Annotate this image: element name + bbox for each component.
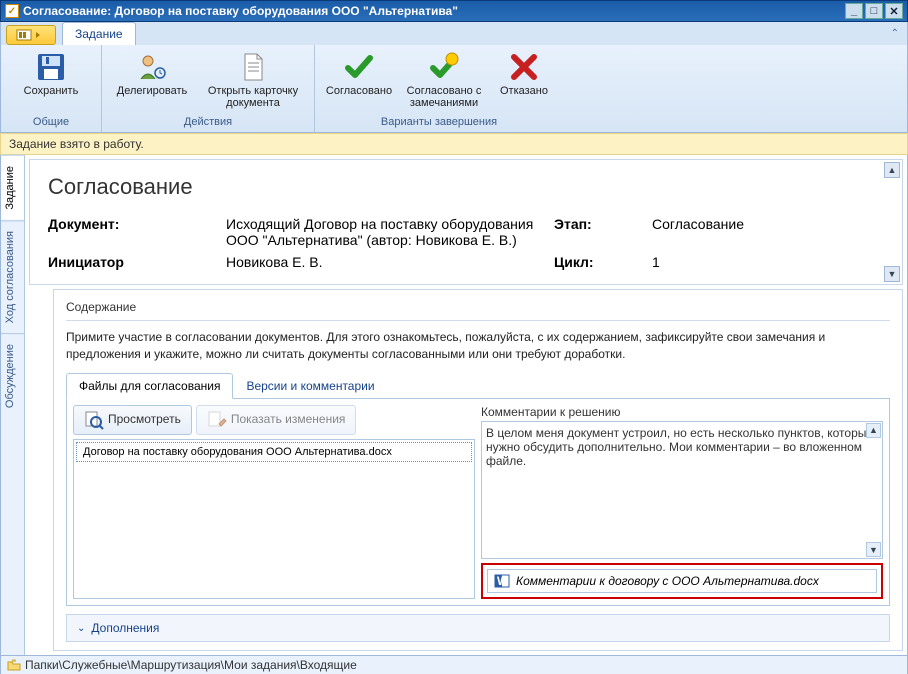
breadcrumb[interactable]: Папки\Служебные\Маршрутизация\Мои задани…	[0, 655, 908, 674]
file-item[interactable]: Договор на поставку оборудования ООО Аль…	[76, 442, 472, 462]
body-panel: Содержание Примите участие в согласовани…	[53, 289, 903, 651]
comment-text: В целом меня документ устроил, но есть н…	[486, 426, 873, 468]
agreed-notes-label: Согласовано с замечаниями	[402, 85, 486, 109]
view-button[interactable]: Просмотреть	[73, 405, 192, 435]
scroll-down-icon[interactable]: ▼	[884, 266, 900, 282]
word-doc-icon: W	[494, 573, 510, 589]
label-document: Документ:	[48, 216, 218, 248]
ribbon-collapse-icon[interactable]: ⌃	[891, 28, 899, 39]
ribbon-group-common: Сохранить Общие	[1, 45, 102, 132]
attachment-row[interactable]: W Комментарии к договору с ООО Альтернат…	[487, 569, 877, 593]
tab-content: Просмотреть Показать изменения Договор н…	[66, 399, 890, 606]
minimize-button[interactable]: _	[845, 3, 863, 19]
header-panel: ▲ Согласование Документ: Исходящий Догов…	[29, 159, 903, 285]
view-label: Просмотреть	[108, 413, 181, 426]
side-tab-discuss[interactable]: Обсуждение	[1, 333, 24, 418]
agreed-button[interactable]: Согласовано	[321, 47, 397, 113]
check-green-icon	[343, 51, 375, 83]
show-changes-label: Показать изменения	[231, 413, 346, 426]
attachment-filename: Комментарии к договору с ООО Альтернатив…	[516, 574, 819, 588]
scroll-up-icon[interactable]: ▲	[884, 162, 900, 178]
addenda-label: Дополнения	[91, 621, 159, 635]
declined-button[interactable]: Отказано	[491, 47, 557, 113]
folder-icon	[7, 659, 21, 671]
label-cycle: Цикл:	[554, 254, 644, 270]
instruction-text: Примите участие в согласовании документо…	[66, 329, 890, 363]
group-title-finish: Варианты завершения	[321, 114, 557, 130]
delegate-button[interactable]: Делегировать	[108, 47, 196, 113]
file-list: Договор на поставку оборудования ООО Аль…	[73, 439, 475, 599]
addenda-expander[interactable]: ⌄ Дополнения	[66, 614, 890, 642]
tab-versions[interactable]: Версии и комментарии	[233, 373, 387, 398]
open-card-label: Открыть карточку документа	[201, 85, 305, 109]
ribbon-group-finish: Согласовано Согласовано с замечаниями От…	[315, 45, 563, 132]
app-icon: ✓	[5, 4, 19, 18]
label-stage: Этап:	[554, 216, 644, 248]
ribbon-tabstrip: Задание ⌃	[1, 22, 907, 45]
open-card-button[interactable]: Открыть карточку документа	[198, 47, 308, 113]
comment-scroll-up-icon[interactable]: ▲	[866, 423, 881, 438]
titlebar: ✓ Согласование: Договор на поставку обор…	[0, 0, 908, 22]
maximize-button[interactable]: □	[865, 3, 883, 19]
inner-tabstrip: Файлы для согласования Версии и коммента…	[66, 373, 890, 399]
tab-files[interactable]: Файлы для согласования	[66, 373, 233, 399]
value-stage: Согласование	[652, 216, 884, 248]
svg-text:W: W	[497, 574, 509, 588]
group-title-common: Общие	[7, 114, 95, 130]
save-icon	[35, 51, 67, 83]
attachment-highlight: W Комментарии к договору с ООО Альтернат…	[481, 563, 883, 599]
declined-label: Отказано	[500, 85, 548, 109]
cross-red-icon	[508, 51, 540, 83]
file-menu-button[interactable]	[6, 25, 56, 45]
page-title: Согласование	[48, 174, 884, 200]
status-message: Задание взято в работу.	[0, 133, 908, 155]
chevron-down-icon: ⌄	[77, 623, 85, 634]
show-changes-button[interactable]: Показать изменения	[196, 405, 357, 435]
value-initiator: Новикова Е. В.	[226, 254, 546, 270]
delegate-label: Делегировать	[117, 85, 188, 109]
ribbon-group-actions: Делегировать Открыть карточку документа …	[102, 45, 315, 132]
delegate-icon	[136, 51, 168, 83]
breadcrumb-path: Папки\Служебные\Маршрутизация\Мои задани…	[25, 658, 357, 672]
changes-icon	[207, 410, 227, 430]
value-cycle: 1	[652, 254, 884, 270]
tab-task[interactable]: Задание	[62, 22, 136, 45]
agreed-label: Согласовано	[326, 85, 392, 109]
value-document: Исходящий Договор на поставку оборудован…	[226, 216, 546, 248]
document-icon	[237, 51, 269, 83]
save-button[interactable]: Сохранить	[7, 47, 95, 113]
window-title: Согласование: Договор на поставку оборуд…	[23, 4, 845, 18]
side-tab-task[interactable]: Задание	[1, 155, 24, 220]
side-tab-flow[interactable]: Ход согласования	[1, 220, 24, 333]
close-button[interactable]: ✕	[885, 3, 903, 19]
group-title-actions: Действия	[108, 114, 308, 130]
side-tabs: Задание Ход согласования Обсуждение	[1, 155, 25, 655]
comment-scroll-down-icon[interactable]: ▼	[866, 542, 881, 557]
comment-label: Комментарии к решению	[481, 405, 883, 419]
comment-textarea[interactable]: В целом меня документ устроил, но есть н…	[481, 421, 883, 559]
agreed-notes-button[interactable]: Согласовано с замечаниями	[399, 47, 489, 113]
label-initiator: Инициатор	[48, 254, 218, 270]
magnifier-icon	[84, 410, 104, 430]
save-label: Сохранить	[24, 85, 79, 109]
section-title: Содержание	[66, 298, 890, 321]
ribbon: Сохранить Общие Делегировать Открыть кар…	[1, 45, 907, 133]
check-yellow-icon	[428, 51, 460, 83]
